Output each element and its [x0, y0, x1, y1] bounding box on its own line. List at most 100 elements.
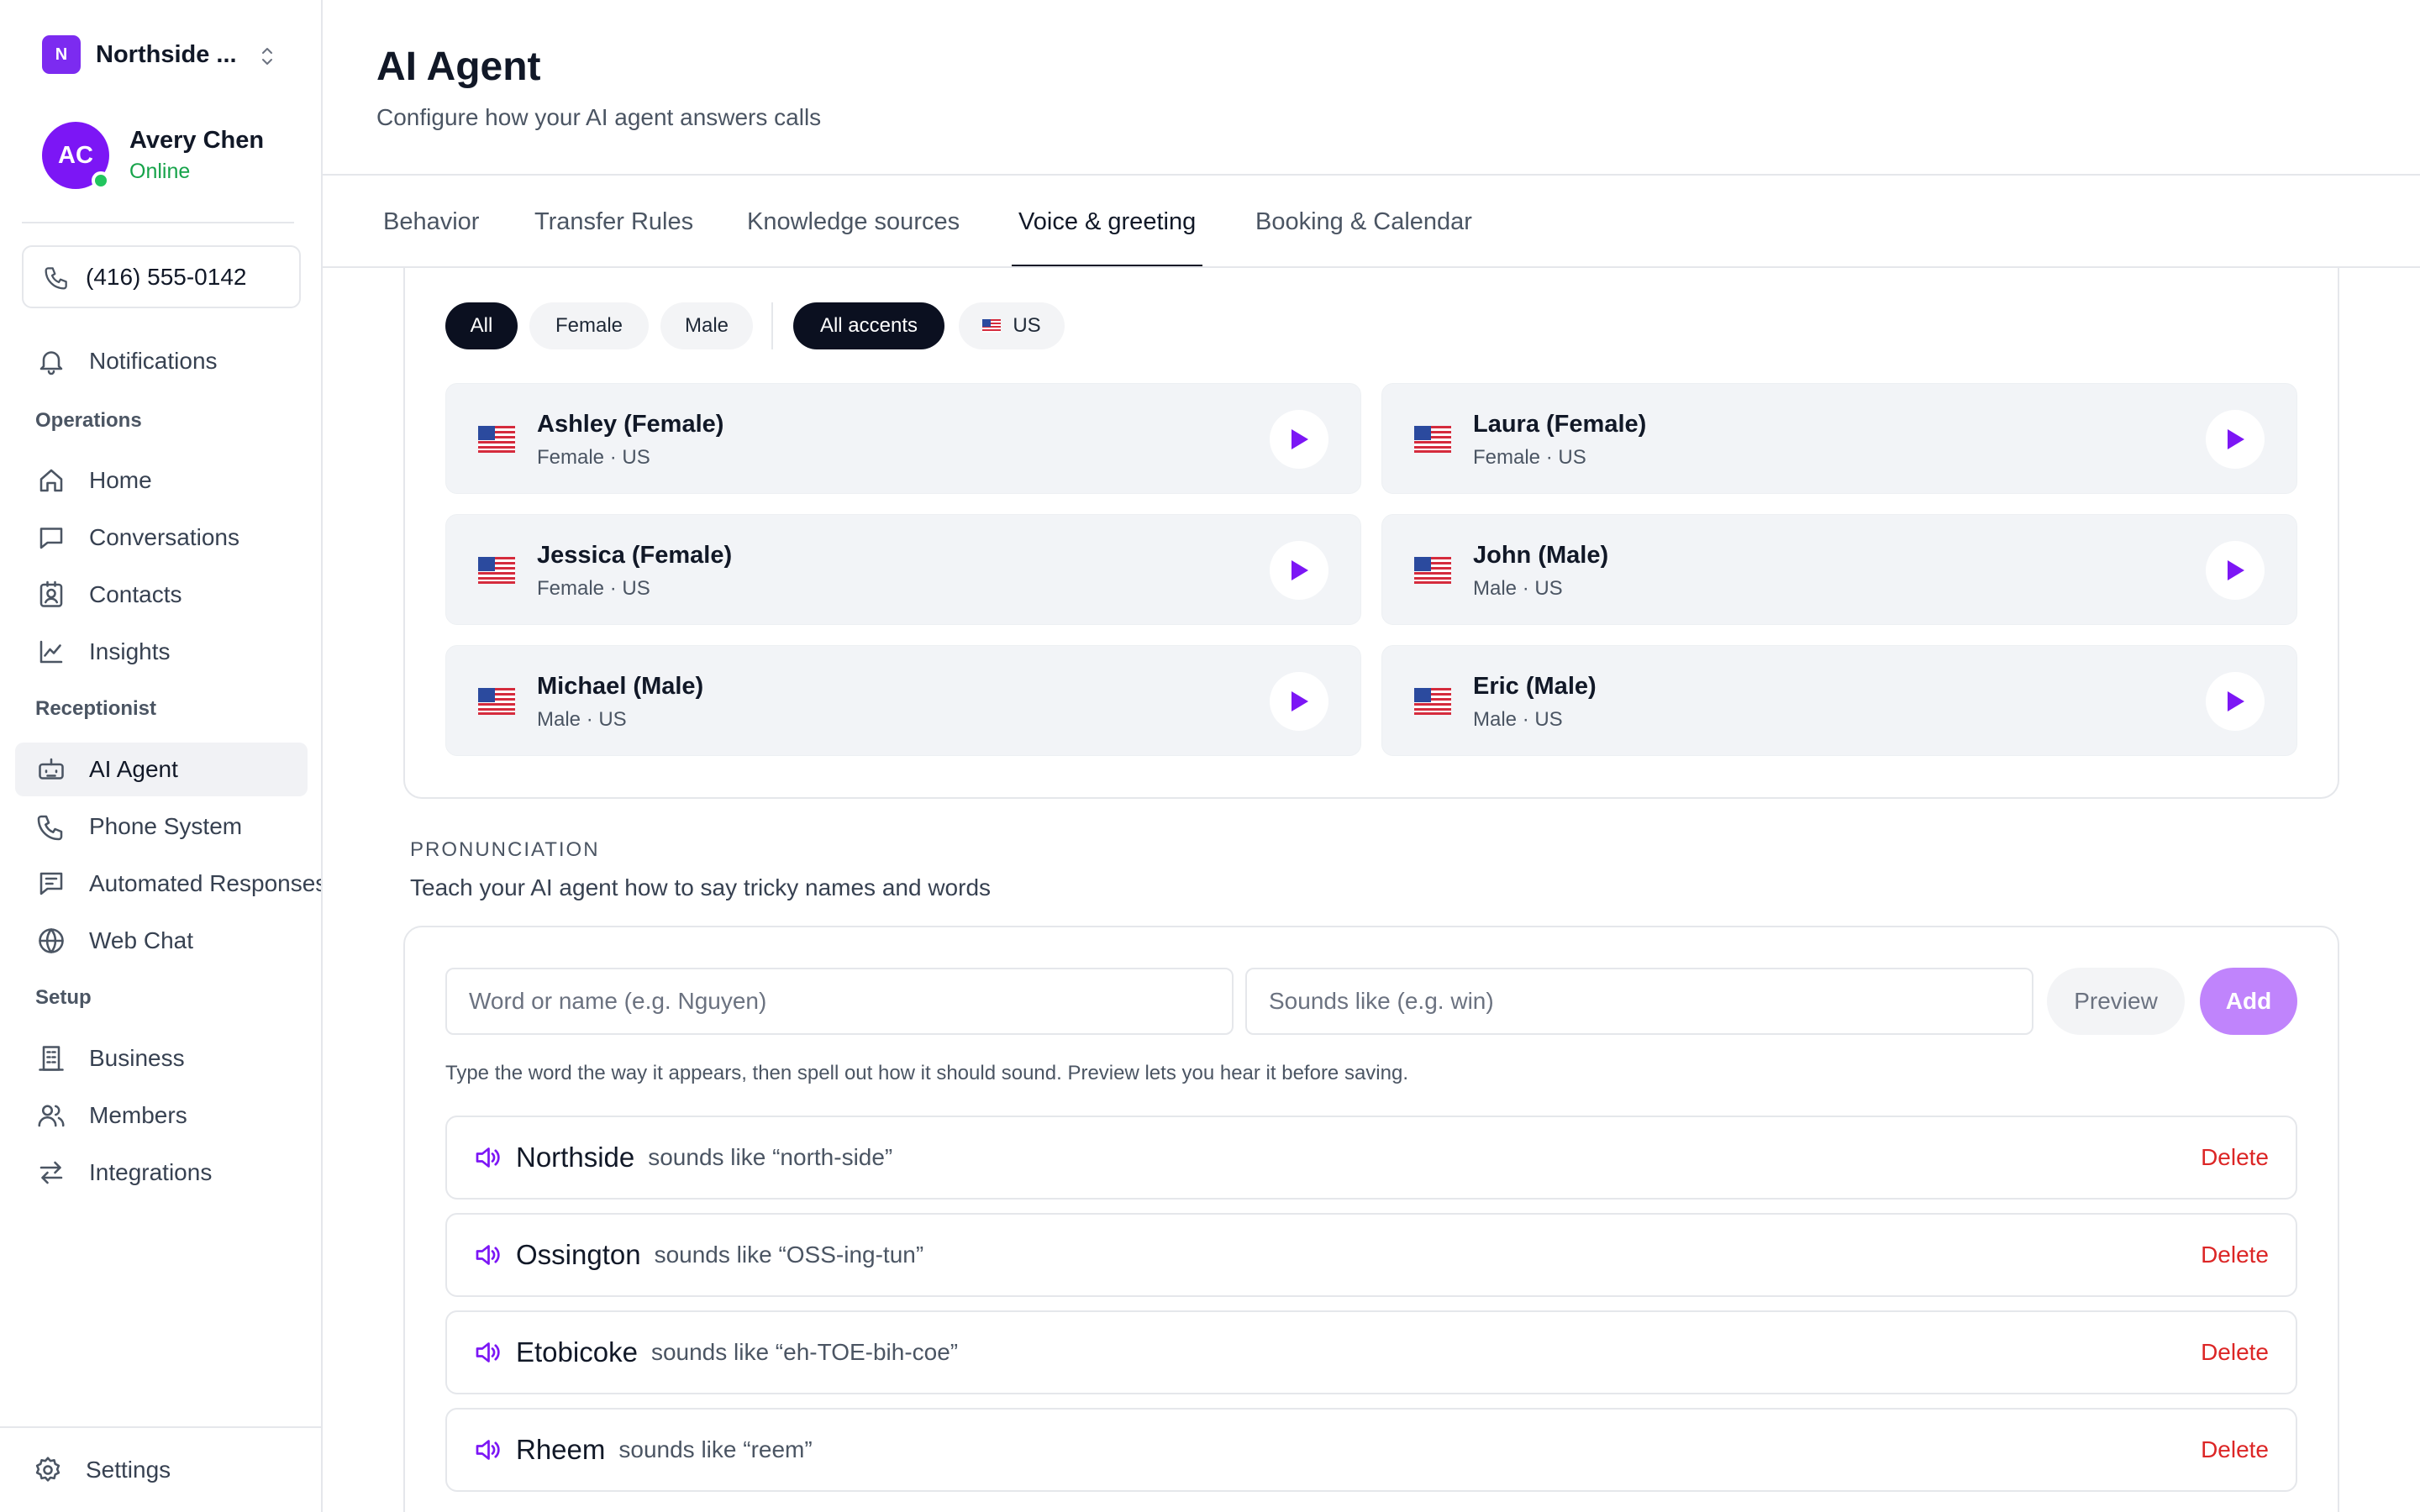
nav-label: Business	[89, 1045, 185, 1071]
filter-all[interactable]: All	[445, 302, 518, 349]
pronunciation-word: Etobicoke	[516, 1336, 638, 1368]
play-button[interactable]	[2206, 672, 2265, 731]
tab-voice-greeting[interactable]: Voice & greeting	[1012, 176, 1203, 267]
building-icon	[35, 1042, 67, 1074]
nav-insights[interactable]: Insights	[15, 625, 308, 679]
nav-settings[interactable]: Settings	[12, 1443, 304, 1497]
nav-label: Home	[89, 467, 152, 493]
us-flag-icon	[478, 557, 515, 584]
nav-home[interactable]: Home	[15, 454, 308, 507]
filter-female[interactable]: Female	[529, 302, 649, 349]
voice-card[interactable]: Eric (Male) Male · US	[1381, 645, 2297, 756]
chart-icon	[35, 636, 67, 668]
nav-label: Integrations	[89, 1159, 213, 1185]
filter-all-accents[interactable]: All accents	[793, 302, 944, 349]
pronunciation-sounds-like: sounds like “north-side”	[648, 1144, 893, 1170]
divider	[323, 174, 2420, 176]
avatar-initials: AC	[58, 141, 93, 169]
nav-label: Settings	[86, 1457, 171, 1483]
tab-booking-calendar[interactable]: Booking & Calendar	[1249, 176, 1479, 267]
delete-button[interactable]: Delete	[2201, 1410, 2269, 1490]
nav-business[interactable]: Business	[15, 1032, 308, 1085]
nav-notifications[interactable]: Notifications	[15, 334, 308, 388]
speaker-icon[interactable]	[472, 1337, 502, 1368]
voice-name: Michael (Male)	[537, 673, 704, 700]
play-icon	[2228, 691, 2244, 711]
play-button[interactable]	[2206, 410, 2265, 469]
filter-us[interactable]: US	[959, 302, 1065, 349]
voice-card[interactable]: Laura (Female) Female · US	[1381, 383, 2297, 494]
phone-number-button[interactable]: (416) 555-0142	[22, 245, 301, 308]
nav-contacts[interactable]: Contacts	[15, 568, 308, 622]
add-button[interactable]: Add	[2200, 968, 2297, 1035]
nav-integrations[interactable]: Integrations	[15, 1146, 308, 1200]
user-profile[interactable]: AC Avery Chen Online	[42, 122, 265, 190]
sounds-like-input[interactable]: Sounds like (e.g. win)	[1245, 968, 2033, 1035]
pronunciation-heading: PRONUNCIATION	[410, 838, 600, 861]
robot-icon	[35, 753, 67, 785]
chevron-up-down-icon	[262, 48, 272, 65]
voice-card[interactable]: John (Male) Male · US	[1381, 514, 2297, 625]
voice-card[interactable]: Jessica (Female) Female · US	[445, 514, 1361, 625]
play-button[interactable]	[1270, 672, 1328, 731]
tab-behavior[interactable]: Behavior	[376, 176, 486, 267]
nav-label: Insights	[89, 638, 171, 664]
us-flag-icon	[478, 688, 515, 715]
nav-automated-responses[interactable]: Automated Responses	[15, 857, 321, 911]
speaker-icon[interactable]	[472, 1240, 502, 1270]
nav-phone-system[interactable]: Phone System	[15, 800, 308, 853]
pronunciation-row: Ossington sounds like “OSS-ing-tun” Dele…	[445, 1213, 2297, 1297]
phone-icon	[45, 266, 67, 289]
home-icon	[35, 465, 67, 496]
play-button[interactable]	[1270, 541, 1328, 600]
nav-label: AI Agent	[89, 756, 178, 782]
voice-meta: Female · US	[537, 446, 650, 469]
voice-meta: Male · US	[537, 708, 627, 731]
sidebar: N Northside ... AC Avery Chen Online (41…	[0, 0, 323, 1512]
tab-transfer-rules[interactable]: Transfer Rules	[528, 176, 700, 267]
voice-name: Jessica (Female)	[537, 542, 733, 569]
delete-button[interactable]: Delete	[2201, 1312, 2269, 1393]
nav-ai-agent[interactable]: AI Agent	[15, 743, 308, 796]
nav-label: Members	[89, 1102, 187, 1128]
delete-button[interactable]: Delete	[2201, 1215, 2269, 1295]
nav-label: Conversations	[89, 524, 239, 550]
pronunciation-subtitle: Teach your AI agent how to say tricky na…	[410, 874, 992, 900]
avatar: AC	[42, 122, 110, 190]
nav-label: Web Chat	[89, 927, 193, 953]
voice-card[interactable]: Ashley (Female) Female · US	[445, 383, 1361, 494]
divider	[0, 1426, 321, 1428]
voice-name: John (Male)	[1473, 542, 1609, 569]
nav-web-chat[interactable]: Web Chat	[15, 914, 308, 968]
us-flag-icon	[982, 319, 1002, 333]
preview-button[interactable]: Preview	[2047, 968, 2185, 1035]
tab-knowledge-sources[interactable]: Knowledge sources	[740, 176, 966, 267]
play-button[interactable]	[2206, 541, 2265, 600]
workspace-switcher[interactable]: N Northside ...	[42, 35, 272, 74]
workspace-name: Northside ...	[96, 40, 237, 68]
voice-meta: Female · US	[537, 577, 650, 600]
us-flag-icon	[1414, 557, 1451, 584]
nav-label: Notifications	[89, 348, 218, 374]
play-button[interactable]	[1270, 410, 1328, 469]
user-status: Online	[129, 160, 191, 183]
contacts-icon	[35, 579, 67, 611]
workspace-badge: N	[42, 35, 81, 74]
filter-male[interactable]: Male	[660, 302, 753, 349]
nav-conversations[interactable]: Conversations	[15, 511, 308, 564]
voice-card[interactable]: Michael (Male) Male · US	[445, 645, 1361, 756]
us-flag-icon	[478, 426, 515, 453]
voice-name: Laura (Female)	[1473, 411, 1647, 438]
speaker-icon[interactable]	[472, 1142, 502, 1173]
pronunciation-sounds-like: sounds like “OSS-ing-tun”	[654, 1242, 924, 1268]
speaker-icon[interactable]	[472, 1435, 502, 1465]
delete-button[interactable]: Delete	[2201, 1117, 2269, 1198]
voice-name: Eric (Male)	[1473, 673, 1597, 700]
play-icon	[2228, 560, 2244, 580]
nav-members[interactable]: Members	[15, 1089, 308, 1142]
word-input[interactable]: Word or name (e.g. Nguyen)	[445, 968, 1234, 1035]
user-name: Avery Chen	[129, 127, 265, 154]
pronunciation-row: Northside sounds like “north-side” Delet…	[445, 1116, 2297, 1200]
message-icon	[35, 868, 67, 900]
voice-meta: Male · US	[1473, 577, 1563, 600]
